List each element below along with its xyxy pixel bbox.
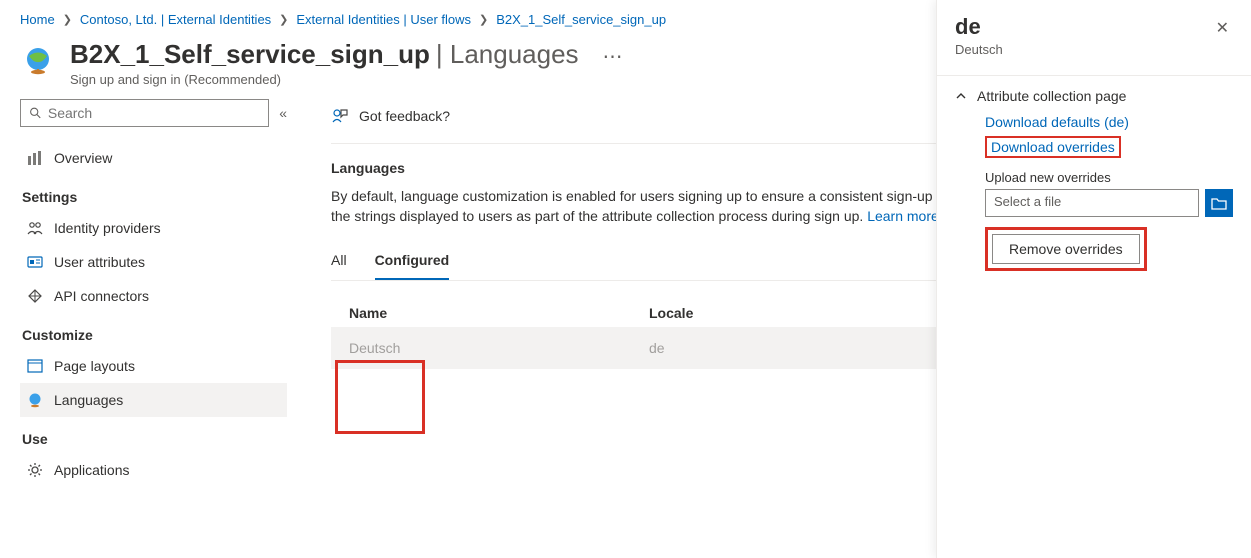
nav-languages[interactable]: Languages: [20, 383, 287, 417]
panel-title: de: [955, 14, 1003, 40]
collapse-sidebar-icon[interactable]: «: [279, 105, 287, 121]
accordion-body: Download defaults (de) Download override…: [955, 104, 1233, 271]
page-title: B2X_1_Self_service_sign_up: [70, 39, 430, 70]
crumb-flows[interactable]: External Identities | User flows: [296, 12, 471, 27]
chevron-right-icon: ❯: [479, 13, 488, 26]
card-icon: [26, 253, 44, 271]
nav-api-connectors[interactable]: API connectors: [20, 279, 287, 313]
browse-folder-button[interactable]: [1205, 189, 1233, 217]
tab-configured[interactable]: Configured: [375, 244, 450, 280]
search-input[interactable]: [20, 99, 269, 127]
divider: [937, 75, 1251, 76]
feedback-icon: [331, 107, 349, 125]
nav-label: Applications: [54, 462, 130, 478]
nav-section-use: Use: [20, 417, 287, 453]
connectors-icon: [26, 287, 44, 305]
sidebar: « Overview Settings Identity providers U…: [0, 99, 303, 503]
layout-icon: [26, 357, 44, 375]
nav-label: User attributes: [54, 254, 145, 270]
nav-label: Identity providers: [54, 220, 161, 236]
globe-small-icon: [26, 391, 44, 409]
nav-applications[interactable]: Applications: [20, 453, 287, 487]
chevron-up-icon: [955, 90, 967, 102]
accordion-label: Attribute collection page: [977, 88, 1126, 104]
more-icon[interactable]: ⋯: [603, 44, 623, 69]
col-name: Name: [349, 305, 649, 321]
nav-user-attributes[interactable]: User attributes: [20, 245, 287, 279]
nav-identity-providers[interactable]: Identity providers: [20, 211, 287, 245]
nav-label: Languages: [54, 392, 123, 408]
accordion-header[interactable]: Attribute collection page: [955, 88, 1233, 104]
col-locale: Locale: [649, 305, 693, 321]
download-defaults-link[interactable]: Download defaults (de): [985, 114, 1233, 130]
nav-label: Page layouts: [54, 358, 135, 374]
globe-icon: [20, 43, 56, 79]
side-panel: de Deutsch ✕ Attribute collection page D…: [936, 0, 1251, 558]
highlight-box: Remove overrides: [985, 227, 1147, 271]
crumb-home[interactable]: Home: [20, 12, 55, 27]
cell-name: Deutsch: [349, 340, 649, 356]
overview-icon: [26, 149, 44, 167]
download-overrides-link[interactable]: Download overrides: [991, 139, 1115, 155]
page-subtitle: Sign up and sign in (Recommended): [70, 72, 623, 87]
nav-page-layouts[interactable]: Page layouts: [20, 349, 287, 383]
nav-label: API connectors: [54, 288, 149, 304]
search-icon: [29, 106, 42, 120]
highlight-box: Download overrides: [985, 136, 1121, 158]
nav-label: Overview: [54, 150, 112, 166]
feedback-link[interactable]: Got feedback?: [359, 108, 450, 124]
nav-section-customize: Customize: [20, 313, 287, 349]
panel-subtitle: Deutsch: [955, 42, 1003, 57]
nav-section-settings: Settings: [20, 175, 287, 211]
people-icon: [26, 219, 44, 237]
close-icon[interactable]: ✕: [1212, 14, 1233, 42]
upload-label: Upload new overrides: [985, 170, 1233, 185]
cell-locale: de: [649, 340, 665, 356]
chevron-right-icon: ❯: [279, 13, 288, 26]
nav-overview[interactable]: Overview: [20, 141, 287, 175]
tab-all[interactable]: All: [331, 244, 347, 280]
gear-icon: [26, 461, 44, 479]
crumb-org[interactable]: Contoso, Ltd. | External Identities: [80, 12, 271, 27]
crumb-flow[interactable]: B2X_1_Self_service_sign_up: [496, 12, 666, 27]
remove-overrides-button[interactable]: Remove overrides: [992, 234, 1140, 264]
page-title-suffix: | Languages: [436, 39, 579, 70]
file-input[interactable]: Select a file: [985, 189, 1199, 217]
folder-icon: [1211, 196, 1227, 210]
chevron-right-icon: ❯: [63, 13, 72, 26]
